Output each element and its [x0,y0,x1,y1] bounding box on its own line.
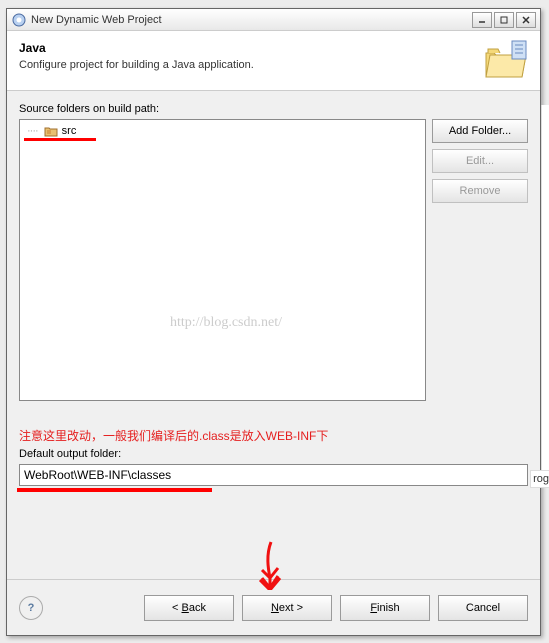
page-title: Java [19,41,528,55]
back-button[interactable]: < Back [144,595,234,621]
annotation-text: 注意这里改动，一般我们编译后的.class是放入WEB-INF下 [19,427,528,444]
add-folder-button[interactable]: Add Folder... [432,119,528,143]
button-bar: ? < Back Next > Finish Cancel [7,579,540,635]
next-mnemonic: N [271,602,279,614]
source-folders-tree[interactable]: ···· src http://blog.csdn.net/ [19,119,426,401]
cropped-background [541,105,549,485]
cancel-button[interactable]: Cancel [438,595,528,621]
tree-connector: ···· [27,125,38,137]
window-controls [472,12,536,28]
help-button[interactable]: ? [19,596,43,620]
back-mnemonic: B [182,602,189,614]
edit-button: Edit... [432,149,528,173]
annotation-underline [24,138,96,141]
content-area: Source folders on build path: ···· src h… [7,91,540,506]
next-button[interactable]: Next > [242,595,332,621]
app-icon [11,12,27,28]
dialog-window: New Dynamic Web Project Java Configure p… [6,8,541,636]
folder-wizard-icon [482,39,530,83]
page-description: Configure project for building a Java ap… [19,59,528,71]
wizard-header: Java Configure project for building a Ja… [7,31,540,91]
annotation-underline [17,488,212,492]
cropped-text-fragment: rog [530,470,549,488]
finish-button[interactable]: Finish [340,595,430,621]
output-folder-input[interactable] [19,464,528,486]
package-folder-icon [44,125,58,137]
remove-button: Remove [432,179,528,203]
finish-mnemonic: F [370,602,377,614]
minimize-button[interactable] [472,12,492,28]
tree-item-label: src [62,125,77,137]
watermark-text: http://blog.csdn.net/ [170,315,282,331]
titlebar: New Dynamic Web Project [7,9,540,31]
output-folder-label: Default output folder: [19,448,528,460]
window-title: New Dynamic Web Project [31,14,472,26]
tree-item-src[interactable]: ···· src [26,124,419,138]
close-button[interactable] [516,12,536,28]
source-folders-label: Source folders on build path: [19,103,528,115]
maximize-button[interactable] [494,12,514,28]
